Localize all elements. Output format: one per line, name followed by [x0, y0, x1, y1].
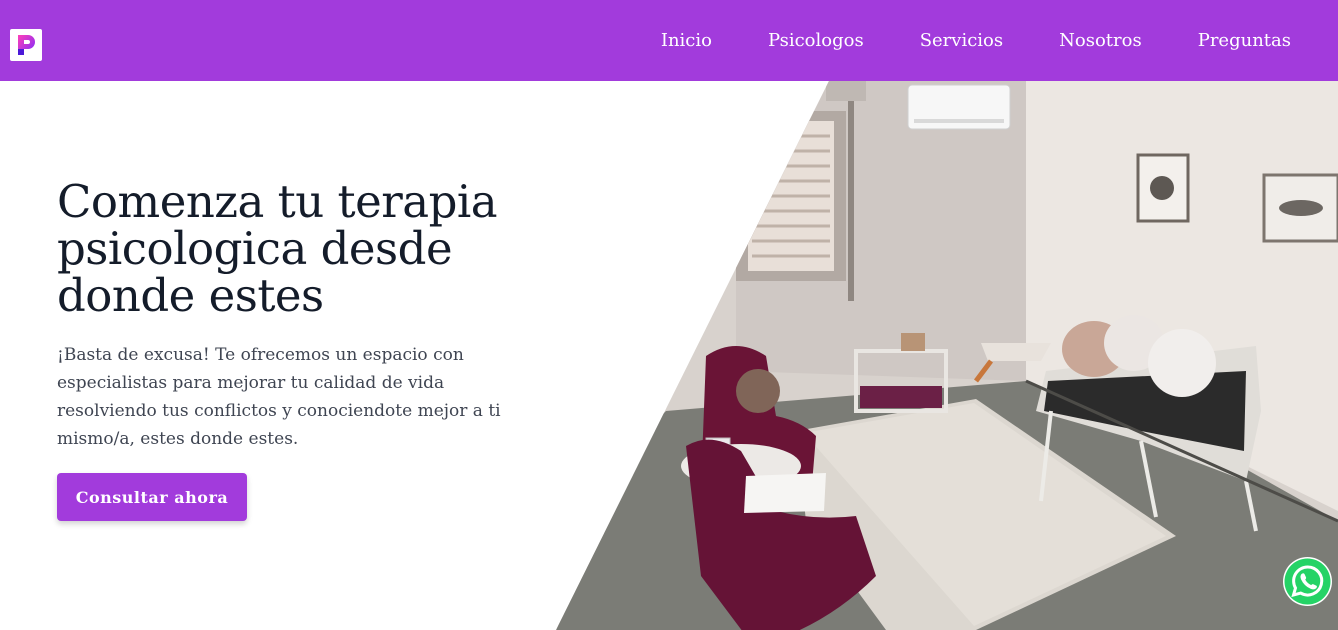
nav-link-inicio[interactable]: Inicio: [661, 30, 712, 51]
nav-link-preguntas[interactable]: Preguntas: [1198, 30, 1291, 51]
brand-logo-icon[interactable]: [10, 29, 42, 61]
nav-link-servicios[interactable]: Servicios: [920, 30, 1003, 51]
navbar: Inicio Psicologos Servicios Nosotros Pre…: [0, 0, 1338, 81]
consult-now-button[interactable]: Consultar ahora: [57, 473, 247, 521]
hero-text: Comenza tu terapia psicologica desde don…: [57, 178, 537, 453]
whatsapp-icon[interactable]: [1283, 557, 1332, 606]
nav-link-psicologos[interactable]: Psicologos: [768, 30, 864, 51]
hero-description: ¡Basta de excusa! Te ofrecemos un espaci…: [57, 345, 501, 449]
hero-title: Comenza tu terapia psicologica desde don…: [57, 175, 498, 322]
nav-links: Inicio Psicologos Servicios Nosotros Pre…: [652, 0, 1338, 81]
nav-link-nosotros[interactable]: Nosotros: [1059, 30, 1142, 51]
therapy-room-photo: [556, 81, 1338, 630]
